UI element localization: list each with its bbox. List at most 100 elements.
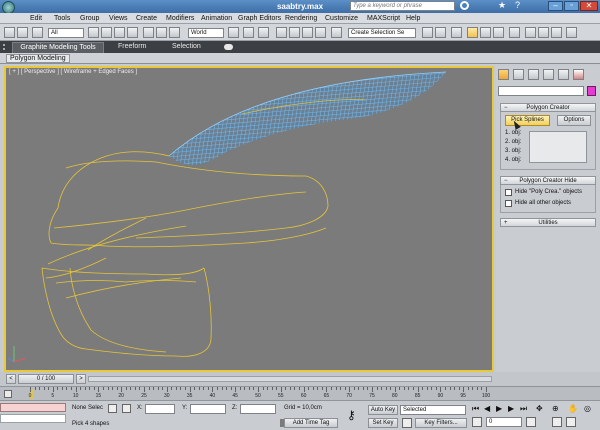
key-mode-icon[interactable] [472, 417, 482, 427]
lock-selection-icon[interactable] [108, 404, 117, 413]
named-selection-set-dropdown[interactable]: Create Selection Se [348, 28, 416, 38]
ribbon-options-icon[interactable] [224, 44, 233, 50]
motion-tab-icon[interactable] [543, 69, 554, 80]
menu-item-edit[interactable]: Edit [30, 15, 42, 22]
hide-all-other-checkbox[interactable] [505, 200, 512, 207]
menu-item-create[interactable]: Create [136, 15, 157, 22]
object-color-swatch[interactable] [587, 86, 596, 96]
rendered-frame-icon[interactable] [538, 27, 549, 38]
align-icon[interactable] [435, 27, 446, 38]
utilities-tab-icon[interactable] [573, 69, 584, 80]
default-tangent-icon[interactable] [402, 418, 412, 428]
maximize-button[interactable]: ▫ [564, 1, 579, 11]
graphite-toggle-icon[interactable] [467, 27, 478, 38]
help-question-icon[interactable]: ? [515, 0, 520, 10]
play-icon[interactable]: ▶ [496, 404, 502, 413]
time-config-icon[interactable] [526, 417, 536, 427]
menu-item-animation[interactable]: Animation [201, 15, 232, 22]
curve-editor-icon[interactable] [480, 27, 491, 38]
mini-curve-editor-icon[interactable] [4, 390, 12, 398]
menu-item-maxscript[interactable]: MAXScript [367, 15, 400, 22]
tab-freeform[interactable]: Freeform [118, 43, 146, 50]
pivot-center-icon[interactable] [228, 27, 239, 38]
menu-item-views[interactable]: Views [109, 15, 128, 22]
menu-item-rendering[interactable]: Rendering [285, 15, 317, 22]
select-object-icon[interactable] [88, 27, 99, 38]
orbit-icon[interactable]: ◎ [584, 404, 591, 413]
hide-poly-crea-checkbox[interactable] [505, 189, 512, 196]
go-to-start-icon[interactable]: ⏮ [472, 404, 479, 414]
time-slider-prev-button[interactable]: < [6, 374, 16, 384]
key-filters-button[interactable]: Key Filters... [415, 418, 467, 428]
go-to-end-icon[interactable]: ⏭ [520, 404, 527, 414]
tab-polygon-modeling[interactable]: Polygon Modeling [6, 54, 70, 63]
track-bar[interactable]: 0 5 10 15 20 25 30 35 40 45 50 55 60 65 70 75 80 85 90 95 10… [0, 386, 600, 400]
tab-graphite-modeling-tools[interactable]: Graphite Modeling Tools [12, 42, 104, 53]
maximize-viewport-icon[interactable] [566, 417, 576, 427]
rollout-polygon-creator-hide[interactable]: − Polygon Creator Hide [500, 176, 596, 185]
add-time-tag-button[interactable]: Add Time Tag [284, 418, 338, 428]
rotate-icon[interactable] [156, 27, 167, 38]
spinner-snap-icon[interactable] [315, 27, 326, 38]
window-crossing-icon[interactable] [127, 27, 138, 38]
options-button[interactable]: Options [557, 115, 591, 126]
display-tab-icon[interactable] [558, 69, 569, 80]
material-editor-icon[interactable] [509, 27, 520, 38]
rollout-utilities[interactable]: + Utilities [500, 218, 596, 227]
selection-filter-dropdown[interactable]: All [48, 28, 84, 38]
snaps-toggle-icon[interactable] [276, 27, 287, 38]
time-slider-next-button[interactable]: > [76, 374, 86, 384]
tab-selection[interactable]: Selection [172, 43, 201, 50]
field-of-view-icon[interactable] [552, 417, 562, 427]
layer-manager-icon[interactable] [451, 27, 462, 38]
time-slider-track[interactable] [88, 376, 492, 382]
menu-item-tools[interactable]: Tools [54, 15, 70, 22]
scale-icon[interactable] [169, 27, 180, 38]
maxscript-listener-field[interactable] [0, 403, 66, 412]
absolute-mode-icon[interactable] [122, 404, 131, 413]
y-coord-field[interactable] [190, 404, 226, 414]
percent-snap-icon[interactable] [302, 27, 313, 38]
angle-snap-icon[interactable] [289, 27, 300, 38]
rollout-polygon-creator[interactable]: − Polygon Creator [500, 103, 596, 112]
menu-item-modifiers[interactable]: Modifiers [166, 15, 194, 22]
select-manipulate-icon[interactable] [243, 27, 254, 38]
reference-coordinate-dropdown[interactable]: World [188, 28, 224, 38]
render-production-icon[interactable] [551, 27, 562, 38]
menu-item-graph-editors[interactable]: Graph Editors [238, 15, 281, 22]
current-frame-field[interactable]: 0 [486, 417, 522, 427]
modify-tab-icon[interactable] [513, 69, 524, 80]
region-select-icon[interactable] [114, 27, 125, 38]
search-input[interactable]: Type a keyword or phrase [350, 1, 455, 11]
zoom-icon[interactable]: ⊕ [552, 404, 559, 413]
select-by-name-icon[interactable] [101, 27, 112, 38]
maxscript-output-field[interactable] [0, 414, 66, 423]
render-setup-icon[interactable] [525, 27, 536, 38]
redo-icon[interactable] [17, 27, 28, 38]
create-tab-icon[interactable] [498, 69, 509, 80]
select-link-icon[interactable] [32, 27, 43, 38]
schematic-view-icon[interactable] [493, 27, 504, 38]
set-key-mode-icon[interactable]: ⚷ [347, 409, 356, 421]
minimize-button[interactable]: – [548, 1, 563, 11]
move-icon[interactable] [143, 27, 154, 38]
menu-item-group[interactable]: Group [80, 15, 99, 22]
auto-key-button[interactable]: Auto Key [368, 405, 398, 415]
close-button[interactable]: ✕ [580, 1, 598, 11]
keyboard-shortcut-icon[interactable] [258, 27, 269, 38]
object-name-field[interactable] [498, 86, 584, 96]
zoom-extents-icon[interactable]: ✥ [536, 404, 543, 413]
perspective-viewport[interactable]: [ + ] [ Perspective ] [ Wireframe + Edge… [4, 66, 494, 372]
set-key-button[interactable]: Set Key [368, 418, 398, 428]
help-star-icon[interactable]: ★ [498, 0, 506, 11]
hierarchy-tab-icon[interactable] [528, 69, 539, 80]
search-icon[interactable] [460, 1, 469, 10]
x-coord-field[interactable] [145, 404, 175, 414]
z-coord-field[interactable] [240, 404, 276, 414]
edit-named-selection-icon[interactable] [331, 27, 342, 38]
menu-item-help[interactable]: Help [406, 15, 420, 22]
next-frame-icon[interactable]: ▶ [508, 404, 514, 413]
pan-icon[interactable]: ✋ [568, 404, 578, 413]
time-slider-handle[interactable]: 0 / 100 [18, 374, 74, 384]
undo-icon[interactable] [4, 27, 15, 38]
